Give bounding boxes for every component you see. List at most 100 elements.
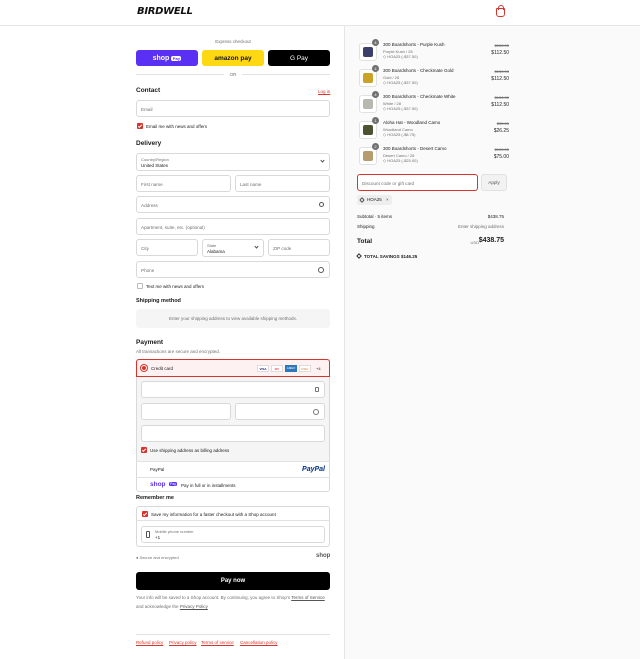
shipping-value: Enter shipping address [457, 224, 504, 229]
paypal-label: PayPal [150, 467, 165, 472]
product-name: 300 Boardshorts - Checkmate White [383, 94, 456, 99]
original-price: $150.00 [494, 43, 509, 48]
shop-pay-label: Pay in full or in installments [181, 483, 236, 488]
product-image [363, 99, 373, 109]
mobile-phone-field[interactable]: Mobile phone number +1 [141, 526, 325, 543]
product-discount: HOA25 (-$37.50) [387, 106, 418, 111]
product-variant: Woodland Camo [383, 126, 413, 132]
apartment-placeholder: Apartment, suite, etc. (optional) [141, 224, 205, 230]
delivery-heading: Delivery [136, 140, 162, 147]
email-placeholder: Email [141, 106, 153, 112]
news-checkbox[interactable] [137, 123, 143, 129]
original-price: $150.00 [494, 95, 509, 100]
text-checkbox[interactable] [137, 283, 143, 289]
savings-value: $146.25 [400, 254, 418, 259]
pay-now-button[interactable]: Pay now [136, 572, 330, 590]
help-icon[interactable] [313, 409, 319, 415]
country-label: Country/Region [141, 156, 169, 162]
name-on-card-field[interactable] [141, 425, 325, 442]
login-link[interactable]: Log in [318, 89, 330, 94]
privacy-policy-link[interactable]: Privacy policy [169, 640, 197, 645]
contact-heading: Contact [136, 87, 161, 94]
sale-price: $112.50 [491, 102, 509, 108]
state-value: Alabama [207, 248, 225, 254]
shop-pay-option[interactable]: shop Pay Pay in full or in installments [136, 478, 330, 492]
original-price: $100.00 [494, 147, 509, 152]
brand-logo[interactable]: BIRDWELL [137, 6, 193, 17]
expiry-field[interactable] [141, 403, 231, 420]
radio-selected[interactable] [141, 365, 147, 371]
last-name-placeholder: Last name [240, 181, 262, 187]
news-label: Email me with news and offers [146, 123, 207, 129]
security-code-field[interactable] [235, 403, 325, 420]
phone-field[interactable]: Phone [136, 261, 330, 278]
amazon-pay-button[interactable]: amazon pay [202, 50, 264, 66]
amex-icon: AMEX [285, 365, 297, 372]
product-name: 300 Boardshorts - Checkmate Gold [383, 68, 454, 73]
shop-pay-button[interactable]: shop Pay [136, 50, 198, 66]
shop-pay-wordmark: shop [152, 54, 170, 62]
mastercard-icon: MC [271, 365, 283, 372]
shop-pay-logo: shop [150, 481, 166, 488]
paypal-logo: PayPal [302, 465, 325, 473]
credit-card-option[interactable]: Credit card VISA MC AMEX DISC +4 [136, 359, 330, 377]
shopping-bag-icon[interactable] [496, 5, 505, 17]
quantity-badge: 4 [372, 39, 379, 46]
discount-tag-code: HOA25 [367, 197, 382, 202]
quantity-badge: 1 [372, 117, 379, 124]
zip-field[interactable]: ZIP code [268, 239, 330, 256]
product-discount: HOA25 (-$37.50) [387, 80, 418, 85]
or-label: OR [229, 72, 237, 77]
lock-icon [315, 387, 319, 392]
shipping-label: Shipping [357, 224, 375, 229]
first-name-field[interactable]: First name [136, 175, 231, 192]
shop-logo: shop [316, 553, 331, 559]
google-pay-button[interactable]: G Pay [268, 50, 330, 66]
help-icon[interactable] [318, 267, 324, 273]
card-number-field[interactable] [141, 381, 325, 398]
mobile-value: +1 [155, 535, 161, 540]
product-image [363, 47, 373, 57]
product-image [363, 125, 373, 135]
divider [242, 74, 330, 75]
sale-price: $112.50 [491, 76, 509, 82]
product-variant: White / 28 [383, 100, 402, 106]
tag-icon [356, 253, 362, 259]
apply-button[interactable]: Apply [481, 174, 507, 191]
checkout-form: Express checkout shop Pay amazon pay G P… [0, 26, 344, 659]
city-field[interactable]: City [136, 239, 198, 256]
product-discount: HOA25 (-$8.75) [387, 132, 416, 137]
save-info-label: Save my information for a faster checkou… [151, 511, 276, 517]
save-info-checkbox[interactable] [142, 511, 148, 517]
terms-of-service-link[interactable]: Terms of service [201, 640, 234, 645]
email-field[interactable]: Email [136, 100, 330, 117]
chevron-down-icon [320, 158, 325, 163]
billing-checkbox[interactable] [141, 447, 147, 453]
text-label: Text me with news and offers [146, 283, 204, 289]
refund-policy-link[interactable]: Refund policy [136, 640, 163, 645]
last-name-field[interactable]: Last name [235, 175, 330, 192]
divider [136, 74, 224, 75]
first-name-placeholder: First name [141, 181, 163, 187]
apartment-field[interactable]: Apartment, suite, etc. (optional) [136, 218, 330, 235]
address-field[interactable]: Address [136, 196, 330, 213]
remove-tag-icon[interactable]: × [386, 197, 389, 202]
discount-code-field[interactable]: Discount code or gift card [357, 174, 478, 191]
terms-link[interactable]: Terms of Service [291, 595, 325, 600]
product-image [363, 73, 373, 83]
country-select[interactable]: Country/Region United States [136, 153, 330, 171]
privacy-link[interactable]: Privacy Policy [180, 604, 208, 609]
disclaimer: Your info will be saved to a Shop accoun… [136, 594, 332, 611]
state-select[interactable]: State Alabama [202, 239, 264, 257]
product-discount: HOA25 (-$37.50) [387, 54, 418, 59]
discount-placeholder: Discount code or gift card [362, 180, 415, 186]
product-image [363, 151, 373, 161]
header: BIRDWELL [0, 0, 640, 26]
mobile-label: Mobile phone number [155, 529, 194, 534]
product-variant: Desert Camo / 28 [383, 152, 415, 158]
total-value: $438.75 [478, 237, 504, 244]
tag-icon [359, 197, 365, 203]
paypal-option[interactable]: PayPal PayPal [136, 462, 330, 477]
cancellation-policy-link[interactable]: Cancellation policy [240, 640, 278, 645]
remember-heading: Remember me [136, 495, 174, 501]
